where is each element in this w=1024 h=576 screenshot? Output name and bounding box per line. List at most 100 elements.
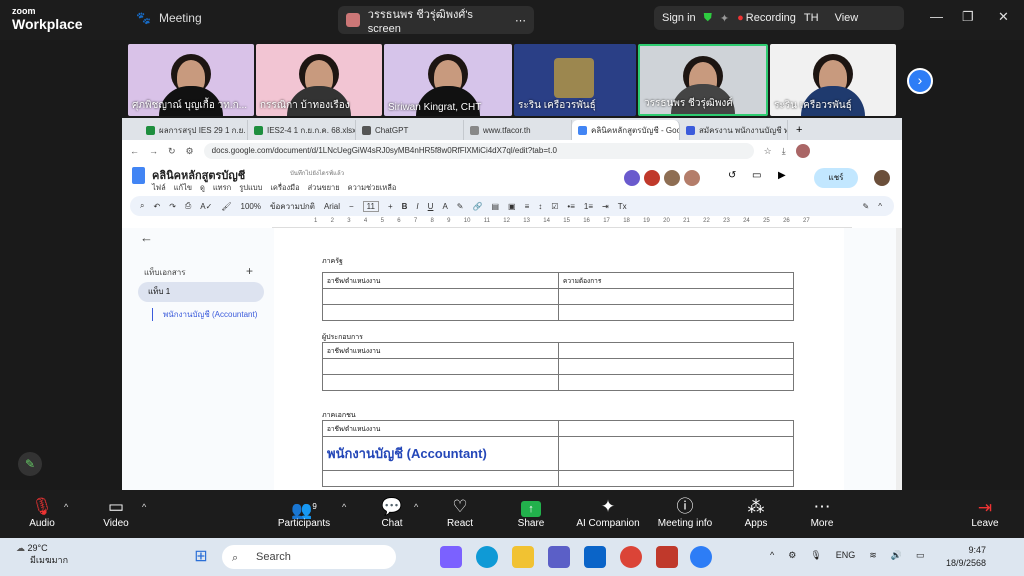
annotate-pencil-icon[interactable]: ✎ [18, 452, 42, 476]
avatar[interactable] [644, 170, 660, 186]
table-cell[interactable] [322, 374, 559, 391]
download-icon[interactable]: ⤓ [782, 146, 786, 157]
table-header-cell[interactable]: อาชีพ/ตำแหน่งงาน [322, 420, 559, 437]
table-cell[interactable] [322, 470, 559, 487]
table-header-cell[interactable]: อาชีพ/ตำแหน่งงาน [322, 342, 559, 359]
apps-button[interactable]: ⁂ Apps [720, 496, 792, 529]
increase-font-icon[interactable]: + [388, 202, 393, 211]
table-header-cell[interactable]: ความต้องการ [558, 272, 794, 289]
react-button[interactable]: ♡ React [424, 496, 496, 529]
taskbar-search[interactable]: Search [222, 545, 396, 569]
url-input[interactable]: docs.google.com/document/d/1LNcUegGiW4sR… [203, 143, 754, 159]
browser-tab-active[interactable]: คลินิคหลักสูตรบัญชี - Google [572, 120, 680, 140]
chat-button[interactable]: 💬 Chat [356, 496, 428, 529]
print-icon[interactable]: ⎙ [185, 201, 191, 211]
table-cell[interactable] [322, 304, 559, 321]
zoom-app-icon[interactable] [690, 546, 712, 568]
reload-icon[interactable]: ↻ [168, 146, 176, 157]
profile-avatar[interactable] [795, 144, 810, 158]
avatar[interactable] [684, 170, 700, 186]
align-icon[interactable]: ≡ [525, 202, 530, 211]
table-cell[interactable] [558, 374, 794, 391]
more-options-icon[interactable]: ⋯ [515, 14, 526, 27]
document-page[interactable]: ภาครัฐ อาชีพ/ตำแหน่งงาน ความต้องการ ผู้ปร… [274, 228, 844, 490]
spellcheck-icon[interactable]: A✓ [200, 202, 212, 211]
restore-icon[interactable]: ❐ [962, 9, 974, 25]
outlook-icon[interactable] [584, 546, 606, 568]
paint-format-icon[interactable]: 🖌 [221, 202, 231, 211]
bookmark-star-icon[interactable]: ☆ [764, 146, 772, 157]
menu-view[interactable]: ดู [200, 182, 205, 194]
settings-icon[interactable]: ⚙ [788, 550, 796, 561]
copilot-icon[interactable] [440, 546, 462, 568]
forward-icon[interactable]: → [149, 146, 158, 156]
video-button[interactable]: ▭ Video [80, 496, 152, 529]
participant-tile[interactable]: กรรณิกา บ้าทองเรือง [256, 44, 382, 116]
back-icon[interactable]: ← [130, 146, 139, 156]
edge-icon[interactable] [476, 546, 498, 568]
weather-widget[interactable]: ☁ 29°C มีเมฆมาก [16, 543, 68, 566]
windows-start-icon[interactable]: ⊞ [190, 546, 212, 568]
menu-edit[interactable]: แก้ไข [174, 182, 192, 194]
share-screen-button[interactable]: ↑ Share [495, 496, 567, 529]
decrease-font-icon[interactable]: − [349, 202, 354, 211]
next-page-button[interactable]: › [907, 68, 933, 94]
clock[interactable]: 9:47 18/9/2568 [946, 544, 986, 569]
chrome-icon[interactable] [620, 546, 642, 568]
bullet-list-icon[interactable]: •≡ [567, 202, 574, 211]
comment-add-icon[interactable]: ▤ [491, 202, 499, 211]
avatar[interactable] [624, 170, 640, 186]
underline-icon[interactable]: U [428, 202, 434, 211]
highlight-icon[interactable]: ✎ [457, 202, 464, 211]
undo-icon[interactable]: ↶ [153, 202, 160, 211]
new-tab-icon[interactable]: + [788, 120, 810, 140]
audio-button[interactable]: 🎙 Audio [6, 496, 78, 529]
wifi-icon[interactable]: ≋ [869, 550, 877, 561]
italic-icon[interactable]: I [416, 202, 418, 211]
font-select[interactable]: Arial [324, 202, 340, 211]
browser-tab[interactable]: www.tfacor.th [464, 120, 572, 140]
meet-icon[interactable]: ▶ [778, 170, 786, 181]
audio-options-caret[interactable]: ^ [64, 502, 68, 512]
outline-heading-link[interactable]: พนักงานบัญชี (Accountant) [152, 308, 257, 321]
video-options-caret[interactable]: ^ [142, 502, 146, 512]
numbered-list-icon[interactable]: 1≡ [584, 202, 593, 211]
language-indicator[interactable]: ENG [836, 550, 856, 561]
meeting-info-button[interactable]: ⓘ Meeting info [649, 496, 721, 529]
scrollbar[interactable] [896, 228, 902, 490]
signin-button[interactable]: Sign in [662, 12, 696, 24]
mic-icon[interactable]: 🎙 [810, 550, 821, 561]
redo-icon[interactable]: ↷ [169, 202, 176, 211]
participant-tile-active-speaker[interactable]: วรรธนพร ชีวรุ่ฒิพงศ์ [638, 44, 768, 116]
participant-tile[interactable]: ศุภพิชญาณ์ บุญเกื้อ วท.ก... [128, 44, 254, 116]
section-table[interactable]: อาชีพ/ตำแหน่งงาน พนักงานบัญชี (Accountan… [322, 420, 794, 487]
more-button[interactable]: ⋯ More [786, 496, 858, 529]
doc-tab-1[interactable]: แท็บ 1 [138, 282, 264, 302]
table-cell[interactable] [558, 470, 794, 487]
bold-icon[interactable]: B [402, 202, 408, 211]
battery-icon[interactable]: ▭ [916, 550, 925, 561]
ai-companion-button[interactable]: ✦ AI Companion [572, 496, 644, 529]
site-info-icon[interactable]: ⚙ [186, 146, 194, 157]
table-cell[interactable] [558, 288, 794, 305]
checklist-icon[interactable]: ☑ [551, 202, 558, 211]
zoom-select[interactable]: 100% [241, 202, 261, 211]
view-button[interactable]: View [835, 12, 859, 24]
line-spacing-icon[interactable]: ↕ [538, 202, 542, 211]
table-cell[interactable] [322, 358, 559, 375]
table-cell[interactable] [558, 358, 794, 375]
browser-tab[interactable]: ChatGPT [356, 120, 464, 140]
participant-tile[interactable]: ระริน เครือวรพันธุ์ [770, 44, 896, 116]
participant-tile[interactable]: Siriwan Kingrat, CHT [384, 44, 512, 116]
clear-format-icon[interactable]: Tx [618, 202, 627, 211]
image-icon[interactable]: ▣ [508, 202, 516, 211]
style-select[interactable]: ข้อความปกติ [270, 200, 315, 213]
close-icon[interactable]: ✕ [998, 9, 1009, 25]
add-tab-icon[interactable]: + [246, 264, 253, 278]
share-button[interactable]: แชร์ [814, 168, 858, 188]
browser-tab[interactable]: สมัครงาน พนักงานบัญชี ทางา [680, 120, 788, 140]
file-explorer-icon[interactable] [512, 546, 534, 568]
screen-share-pill[interactable]: วรรธนพร ชีวรุ่ฒิพงศ์'s screen ⋯ [338, 6, 534, 35]
table-cell[interactable] [558, 304, 794, 321]
menu-help[interactable]: ความช่วยเหลือ [348, 182, 397, 194]
